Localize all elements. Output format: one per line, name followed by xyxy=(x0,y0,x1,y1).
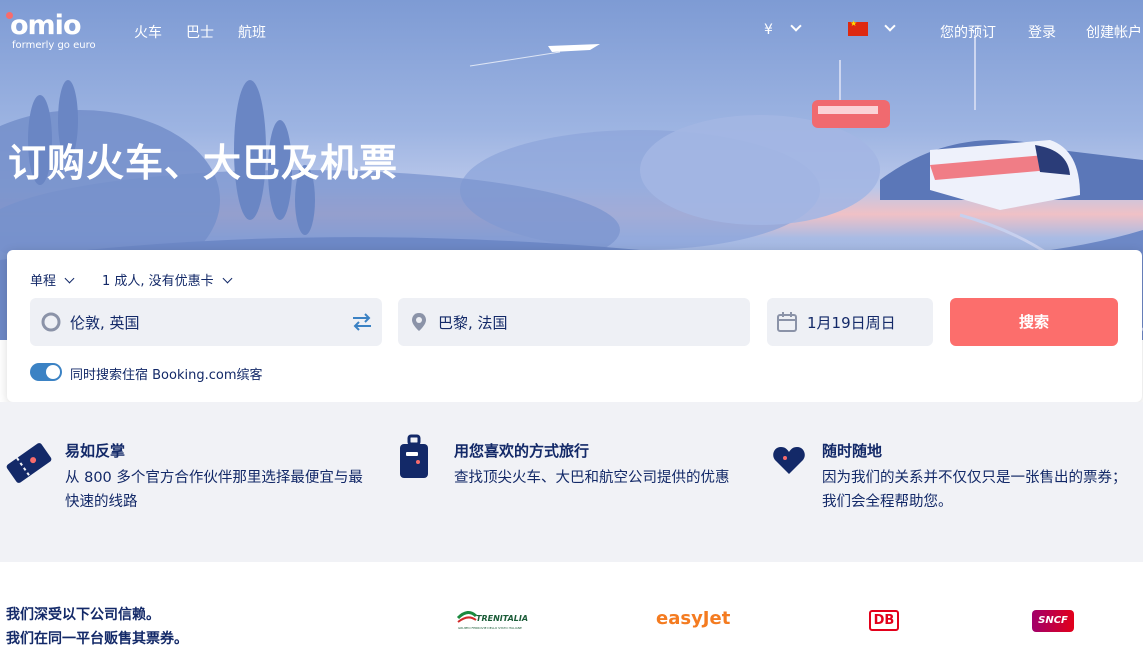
trust-line-1: 我们深受以下公司信赖。 xyxy=(6,607,160,623)
location-pin-icon xyxy=(412,313,426,331)
trust-statement: 我们深受以下公司信赖。 我们在同一平台贩售其票券。 xyxy=(6,603,188,651)
chevron-down-icon xyxy=(64,273,75,284)
logo-tagline: formerly go euro xyxy=(12,40,96,51)
db-wordmark: DB xyxy=(873,613,895,628)
ticket-icon xyxy=(6,443,52,483)
feature-text: 从 800 多个官方合作伙伴那里选择最便宜与最快速的线路 xyxy=(65,470,363,510)
date-value: 1月19日周日 xyxy=(807,314,896,332)
nav-flights[interactable]: 航班 xyxy=(238,22,266,42)
feature-text: 因为我们的关系并不仅仅只是一张售出的票券；我们会全程帮助您。 xyxy=(822,470,1127,510)
chevron-down-icon xyxy=(222,273,233,284)
feature-easy: 易如反掌 从 800 多个官方合作伙伴那里选择最便宜与最快速的线路 xyxy=(6,440,386,514)
booking-toggle-label: 同时搜索住宿 Booking.com缤客 xyxy=(70,368,263,383)
feature-title: 随时随地 xyxy=(822,442,883,460)
omio-logo[interactable]: omio formerly go euro xyxy=(6,10,98,54)
trip-type-label: 单程 xyxy=(30,274,57,289)
signup-link[interactable]: 创建帐户 xyxy=(1086,22,1142,42)
nav-train[interactable]: 火车 xyxy=(134,22,162,42)
to-field[interactable]: 巴黎, 法国 xyxy=(398,298,750,346)
language-flag-icon[interactable] xyxy=(848,19,868,36)
to-value: 巴黎, 法国 xyxy=(438,314,508,332)
feature-title: 用您喜欢的方式旅行 xyxy=(454,442,590,460)
login-link[interactable]: 登录 xyxy=(1028,22,1056,42)
trenitalia-wordmark: TRENITALIA xyxy=(476,614,529,623)
partner-sncf-logo: SNCF xyxy=(1032,610,1074,632)
features-section: 易如反掌 从 800 多个官方合作伙伴那里选择最便宜与最快速的线路 用您喜欢的方… xyxy=(0,402,1143,562)
partner-db-logo: DB xyxy=(869,610,899,631)
from-field[interactable]: 伦敦, 英国 xyxy=(30,298,382,346)
top-navigation: omio formerly go euro 火车 巴士 航班 ¥ 您的预订 登录… xyxy=(0,0,1143,60)
heart-icon xyxy=(773,447,805,474)
date-field[interactable]: 1月19日周日 xyxy=(767,298,933,346)
passengers-dropdown[interactable]: 1 成人, 没有优惠卡 xyxy=(102,270,233,289)
language-chevron-down-icon[interactable] xyxy=(884,20,896,32)
sncf-wordmark: SNCF xyxy=(1038,615,1068,626)
partner-trenitalia-logo: TRENITALIA GRUPPO FERROVIE DELLO STATO I… xyxy=(456,608,528,638)
booking-toggle[interactable] xyxy=(30,363,62,381)
nav-bus[interactable]: 巴士 xyxy=(186,22,214,42)
logo-wordmark: omio xyxy=(10,10,81,41)
feature-anywhere: 随时随地 因为我们的关系并不仅仅只是一张售出的票券；我们会全程帮助您。 xyxy=(772,440,1142,514)
trenitalia-sub: GRUPPO FERROVIE DELLO STATO ITALIANE xyxy=(458,626,522,630)
passengers-label: 1 成人, 没有优惠卡 xyxy=(102,274,214,289)
feature-text: 查找顶尖火车、大巴和航空公司提供的优惠 xyxy=(454,470,730,486)
feature-title: 易如反掌 xyxy=(65,442,126,460)
partner-easyjet-logo: easyJet xyxy=(656,608,731,629)
search-button[interactable]: 搜索 xyxy=(950,298,1118,346)
origin-circle-icon xyxy=(41,312,61,332)
swap-arrows-icon[interactable] xyxy=(351,311,373,333)
currency-chevron-down-icon[interactable] xyxy=(790,20,802,32)
trip-type-dropdown[interactable]: 单程 xyxy=(30,270,75,289)
search-form: 单程 1 成人, 没有优惠卡 伦敦, 英国 巴黎, 法国 1月19日周日 搜索 … xyxy=(7,250,1142,402)
from-value: 伦敦, 英国 xyxy=(70,314,140,332)
currency-selector[interactable]: ¥ xyxy=(764,22,773,38)
suitcase-icon xyxy=(400,434,428,478)
my-bookings-link[interactable]: 您的预订 xyxy=(940,22,996,42)
feature-travel: 用您喜欢的方式旅行 查找顶尖火车、大巴和航空公司提供的优惠 xyxy=(398,434,768,490)
page-title: 订购火车、大巴及机票 xyxy=(8,141,399,185)
calendar-icon xyxy=(777,312,797,332)
trust-line-2: 我们在同一平台贩售其票券。 xyxy=(6,631,188,647)
